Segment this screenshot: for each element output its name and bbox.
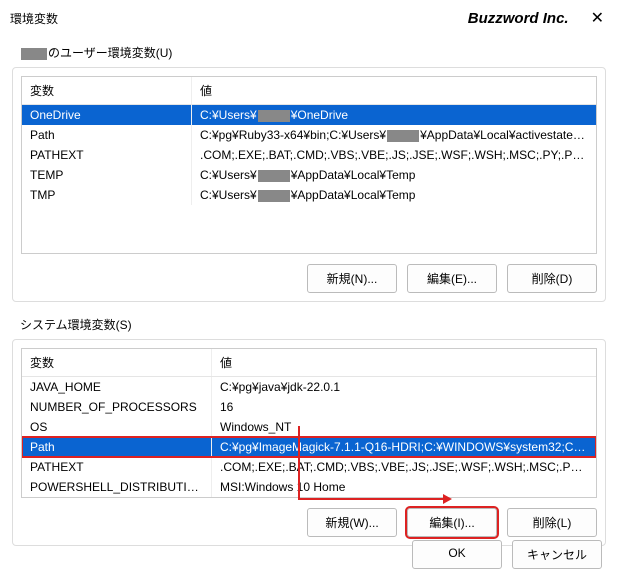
- cancel-button[interactable]: キャンセル: [512, 540, 602, 569]
- user-delete-button[interactable]: 削除(D): [507, 264, 597, 293]
- cell-variable: OS: [22, 417, 212, 437]
- cell-value: .COM;.EXE;.BAT;.CMD;.VBS;.VBE;.JS;.JSE;.…: [212, 457, 596, 477]
- table-header: 変数 値: [22, 77, 596, 105]
- table-row[interactable]: OneDriveC:¥Users¥¥OneDrive: [22, 105, 596, 125]
- table-row[interactable]: NUMBER_OF_PROCESSORS16: [22, 397, 596, 417]
- table-row[interactable]: OSWindows_NT: [22, 417, 596, 437]
- table-row[interactable]: TMPC:¥Users¥¥AppData¥Local¥Temp: [22, 185, 596, 205]
- col-variable[interactable]: 変数: [22, 349, 212, 376]
- cell-variable: POWERSHELL_DISTRIBUTIO...: [22, 477, 212, 497]
- table-row[interactable]: JAVA_HOMEC:¥pg¥java¥jdk-22.0.1: [22, 377, 596, 397]
- cell-variable: NUMBER_OF_PROCESSORS: [22, 397, 212, 417]
- cell-variable: JAVA_HOME: [22, 377, 212, 397]
- cell-variable: Path: [22, 437, 212, 457]
- system-vars-label: システム環境変数(S): [20, 316, 606, 333]
- system-vars-group: 変数 値 JAVA_HOMEC:¥pg¥java¥jdk-22.0.1NUMBE…: [12, 339, 606, 546]
- cell-value: C:¥Users¥¥AppData¥Local¥Temp: [192, 185, 596, 205]
- cell-value: .COM;.EXE;.BAT;.CMD;.VBS;.VBE;.JS;.JSE;.…: [192, 145, 596, 165]
- col-value[interactable]: 値: [192, 77, 596, 104]
- table-row[interactable]: PathC:¥pg¥ImageMagick-7.1.1-Q16-HDRI;C:¥…: [22, 437, 596, 457]
- table-row[interactable]: PATHEXT.COM;.EXE;.BAT;.CMD;.VBS;.VBE;.JS…: [22, 145, 596, 165]
- system-vars-table[interactable]: 変数 値 JAVA_HOMEC:¥pg¥java¥jdk-22.0.1NUMBE…: [21, 348, 597, 498]
- cell-value: C:¥Users¥¥AppData¥Local¥Temp: [192, 165, 596, 185]
- redacted-text: [258, 170, 290, 182]
- redacted-username: [21, 48, 47, 60]
- table-header: 変数 値: [22, 349, 596, 377]
- user-vars-table[interactable]: 変数 値 OneDriveC:¥Users¥¥OneDrivePathC:¥pg…: [21, 76, 597, 254]
- col-value[interactable]: 値: [212, 349, 596, 376]
- brand-label: Buzzword Inc.: [468, 10, 569, 27]
- cell-variable: PATHEXT: [22, 457, 212, 477]
- cell-value: C:¥Users¥¥OneDrive: [192, 105, 596, 125]
- user-vars-label: のユーザー環境変数(U): [20, 44, 606, 61]
- cell-variable: TEMP: [22, 165, 192, 185]
- cell-variable: PROCESSOR_ARCHITECTURE: [22, 497, 212, 498]
- dialog-title: 環境変数: [10, 10, 468, 27]
- close-icon[interactable]: ✕: [587, 8, 608, 28]
- cell-value: Windows_NT: [212, 417, 596, 437]
- table-row[interactable]: TEMPC:¥Users¥¥AppData¥Local¥Temp: [22, 165, 596, 185]
- redacted-text: [258, 190, 290, 202]
- redacted-text: [387, 130, 419, 142]
- cell-variable: OneDrive: [22, 105, 192, 125]
- cell-value: C:¥pg¥Ruby33-x64¥bin;C:¥Users¥¥AppData¥L…: [192, 125, 596, 145]
- user-edit-button[interactable]: 編集(E)...: [407, 264, 497, 293]
- cell-variable: PATHEXT: [22, 145, 192, 165]
- table-row[interactable]: POWERSHELL_DISTRIBUTIO...MSI:Windows 10 …: [22, 477, 596, 497]
- cell-value: MSI:Windows 10 Home: [212, 477, 596, 497]
- redacted-text: [258, 110, 290, 122]
- cell-value: 16: [212, 397, 596, 417]
- system-new-button[interactable]: 新規(W)...: [307, 508, 397, 537]
- col-variable[interactable]: 変数: [22, 77, 192, 104]
- cell-value: AMD64: [212, 497, 596, 498]
- table-row[interactable]: PROCESSOR_ARCHITECTUREAMD64: [22, 497, 596, 498]
- table-row[interactable]: PathC:¥pg¥Ruby33-x64¥bin;C:¥Users¥¥AppDa…: [22, 125, 596, 145]
- cell-variable: Path: [22, 125, 192, 145]
- user-new-button[interactable]: 新規(N)...: [307, 264, 397, 293]
- cell-value: C:¥pg¥ImageMagick-7.1.1-Q16-HDRI;C:¥WIND…: [212, 437, 596, 457]
- ok-button[interactable]: OK: [412, 540, 502, 569]
- table-row[interactable]: PATHEXT.COM;.EXE;.BAT;.CMD;.VBS;.VBE;.JS…: [22, 457, 596, 477]
- titlebar: 環境変数 Buzzword Inc. ✕: [0, 0, 618, 32]
- user-vars-group: 変数 値 OneDriveC:¥Users¥¥OneDrivePathC:¥pg…: [12, 67, 606, 302]
- dialog-footer: OK キャンセル: [396, 528, 618, 581]
- cell-value: C:¥pg¥java¥jdk-22.0.1: [212, 377, 596, 397]
- cell-variable: TMP: [22, 185, 192, 205]
